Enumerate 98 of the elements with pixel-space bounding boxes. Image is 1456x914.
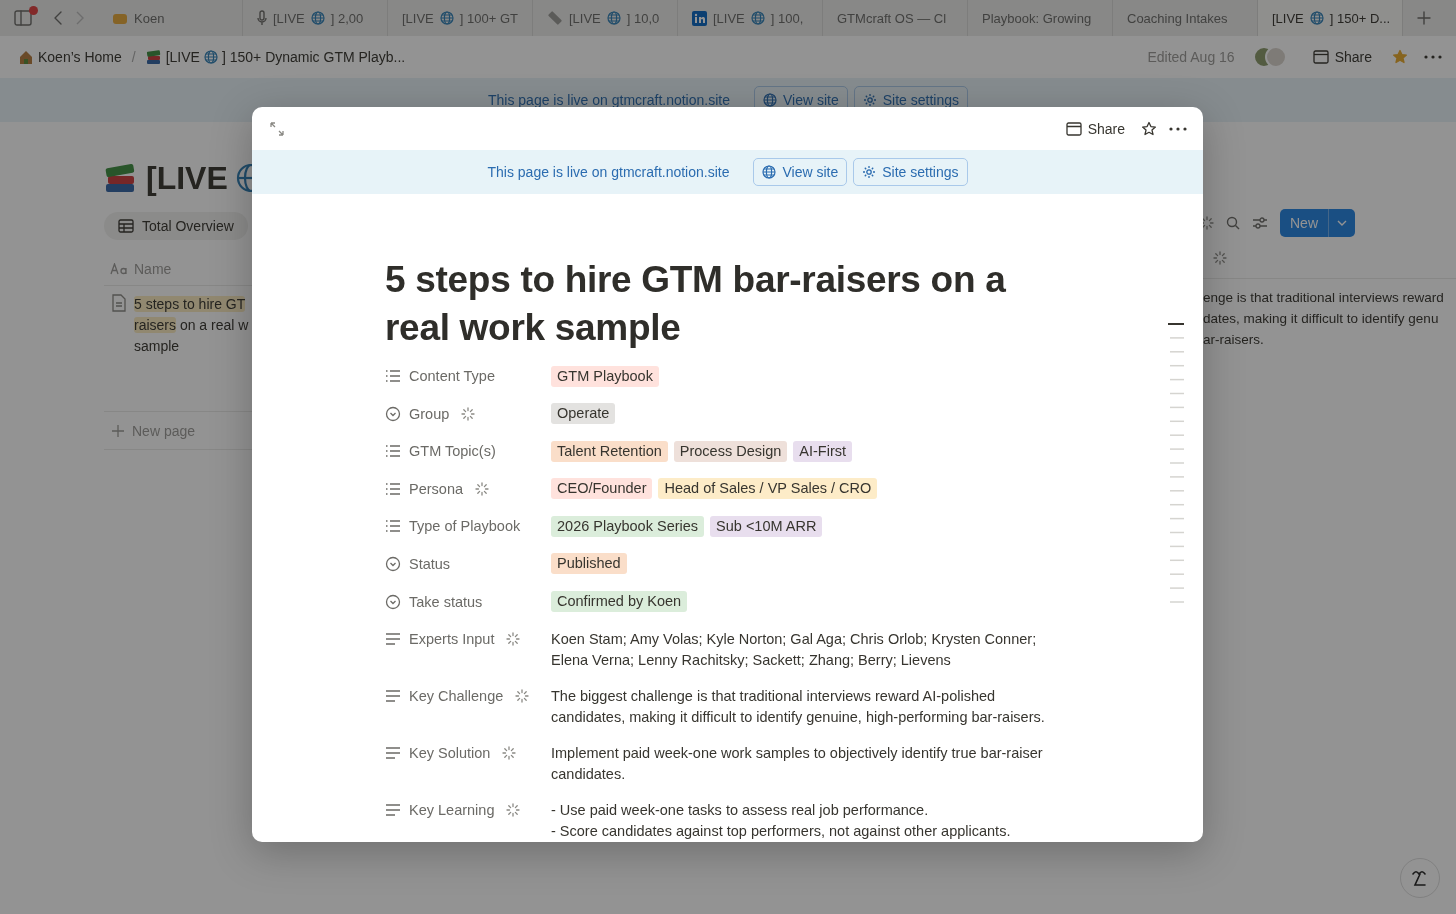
gear-icon bbox=[862, 165, 877, 179]
property-label[interactable]: Status bbox=[409, 555, 451, 572]
property-label[interactable]: Take status bbox=[409, 593, 483, 610]
property-tag: Process Design bbox=[673, 440, 788, 462]
breadcrumb-link[interactable]: [LIVE ] 150+ Dynamic GTM Playb... bbox=[143, 47, 408, 67]
browser-tab[interactable]: [LIVE ] 100+ GT bbox=[388, 0, 533, 36]
property-tag: Head of Sales / VP Sales / CRO bbox=[658, 478, 878, 500]
page-title: 5 steps to hire GTM bar-raisers on a real work sample bbox=[385, 258, 1007, 350]
property-label[interactable]: Group bbox=[409, 405, 450, 422]
plus-icon[interactable] bbox=[1417, 11, 1431, 25]
globe-icon bbox=[763, 93, 777, 107]
share-button[interactable]: Share bbox=[1061, 118, 1129, 139]
property-tag: CEO/Founder bbox=[551, 478, 653, 500]
text-lines-icon bbox=[385, 633, 401, 646]
star-icon[interactable] bbox=[1392, 49, 1408, 65]
house-icon bbox=[18, 49, 34, 65]
property-label[interactable]: Content Type bbox=[409, 368, 495, 384]
window-icon bbox=[1065, 121, 1082, 136]
property-tag: GTM Playbook bbox=[551, 365, 659, 387]
back-icon[interactable] bbox=[54, 11, 62, 25]
row-title[interactable]: 5 steps to hire GT raisers on a real w sample bbox=[134, 294, 249, 411]
property-label[interactable]: Type of Playbook bbox=[409, 518, 521, 535]
globe-icon bbox=[203, 50, 218, 64]
page-title: [LIVE bbox=[146, 159, 228, 197]
list-icon bbox=[385, 519, 401, 534]
expand-icon[interactable] bbox=[270, 121, 284, 136]
browser-tab[interactable]: [LIVE ] 150+ D... bbox=[1258, 0, 1403, 36]
browser-tab[interactable]: GTMcraft OS — Cl bbox=[823, 0, 968, 36]
text-lines-icon bbox=[385, 804, 401, 817]
gear-icon bbox=[862, 93, 877, 107]
site-button[interactable]: Site settings bbox=[853, 158, 968, 186]
globe-icon bbox=[310, 11, 325, 25]
property-tag: Published bbox=[551, 553, 627, 575]
share-button[interactable]: Share bbox=[1308, 47, 1376, 67]
property-label[interactable]: Persona bbox=[409, 480, 463, 497]
list-icon bbox=[385, 444, 401, 459]
select-icon bbox=[385, 555, 401, 572]
new-button[interactable]: New bbox=[1280, 209, 1355, 237]
property-label[interactable]: Experts Input bbox=[409, 631, 495, 648]
property-tag: 2026 Playbook Series bbox=[551, 515, 705, 537]
column-header: Name bbox=[134, 260, 172, 277]
property-value: Koen Stam; Amy Volas; Kyle Norton; Gal Aga; Chris Orlob; Krysten Conner; Elena Verna; Lenny Rachitsky; Sackett; Zhang; Berry; Lievens bbox=[551, 630, 1037, 671]
browser-tab[interactable]: Koen bbox=[98, 0, 243, 36]
network-logo-icon bbox=[692, 10, 707, 26]
property-tag: AI-First bbox=[793, 440, 853, 462]
sparkle-icon bbox=[1200, 216, 1214, 230]
banner-text: This page is live on gtmcraft.notion.site bbox=[487, 164, 730, 180]
browser-tab[interactable]: [LIVE ] 10,0 bbox=[533, 0, 678, 36]
globe-icon bbox=[1309, 11, 1324, 25]
site-button[interactable]: View site bbox=[753, 158, 848, 186]
select-icon bbox=[385, 405, 401, 422]
property-tag: Sub <10M ARR bbox=[710, 515, 823, 537]
sliders-icon[interactable] bbox=[1252, 216, 1268, 230]
avatar[interactable] bbox=[1264, 46, 1287, 68]
breadcrumb-link[interactable]: Koen’s Home bbox=[16, 47, 124, 67]
books-icon bbox=[145, 49, 162, 65]
window-icon bbox=[1312, 50, 1329, 64]
edited-date: Edited Aug 16 bbox=[1147, 49, 1235, 65]
more-icon[interactable] bbox=[1169, 126, 1187, 131]
browser-tab[interactable]: [LIVE ] 2,00 bbox=[243, 0, 388, 36]
view-tab[interactable]: Total Overview bbox=[104, 212, 248, 240]
property-value: The biggest challenge is that traditional interviews reward AI-polished candidates, making it difficult to identify genuine, high-performing bar-raisers. bbox=[551, 687, 1045, 728]
more-icon[interactable] bbox=[1424, 55, 1442, 59]
globe-icon bbox=[439, 11, 454, 25]
browser-tab[interactable]: [LIVE ] 100, bbox=[678, 0, 823, 36]
table-icon bbox=[118, 219, 134, 233]
plus-icon bbox=[112, 424, 124, 437]
property-tag: Confirmed by Koen bbox=[551, 591, 688, 613]
property-label[interactable]: Key Challenge bbox=[409, 688, 504, 705]
list-icon bbox=[385, 369, 401, 383]
property-tag: Talent Retention bbox=[551, 440, 668, 462]
property-value: - Use paid week-one tasks to assess real job performance. - Score candidates against top performers, not against other applicants. bbox=[551, 801, 1011, 842]
text-lines-icon bbox=[385, 747, 401, 760]
breadcrumb-separator: / bbox=[131, 49, 136, 65]
globe-icon bbox=[235, 163, 253, 193]
select-icon bbox=[385, 593, 401, 610]
page-icon bbox=[112, 294, 126, 312]
banner-text: This page is live on gtmcraft.notion.site bbox=[487, 92, 730, 108]
property-label[interactable]: Key Learning bbox=[409, 802, 495, 819]
star-icon[interactable] bbox=[1141, 120, 1157, 137]
sidebar-icon[interactable] bbox=[14, 10, 32, 26]
microphone-icon bbox=[257, 10, 267, 26]
globe-icon bbox=[750, 11, 765, 25]
text-lines-icon bbox=[385, 690, 401, 703]
globe-icon bbox=[606, 11, 621, 25]
chevron-down-icon bbox=[1337, 220, 1347, 226]
property-tag: Operate bbox=[551, 403, 616, 425]
sparkle-icon bbox=[1213, 250, 1227, 265]
cell-text: enge is that traditional interviews reward dates, making it difficult to identify genu ar-raisers. bbox=[1202, 289, 1445, 349]
property-label[interactable]: Key Solution bbox=[409, 745, 491, 762]
search-icon[interactable] bbox=[1226, 216, 1240, 230]
list-icon bbox=[385, 481, 401, 496]
text-type-icon bbox=[110, 262, 128, 275]
property-value: Implement paid week-one work samples to objectively identify true bar-raiser candidates. bbox=[551, 744, 1043, 785]
browser-tab[interactable]: Playbook: Growing bbox=[968, 0, 1113, 36]
property-label[interactable]: GTM Topic(s) bbox=[409, 443, 496, 460]
assistant-button[interactable] bbox=[1400, 858, 1440, 898]
globe-icon bbox=[762, 165, 777, 179]
